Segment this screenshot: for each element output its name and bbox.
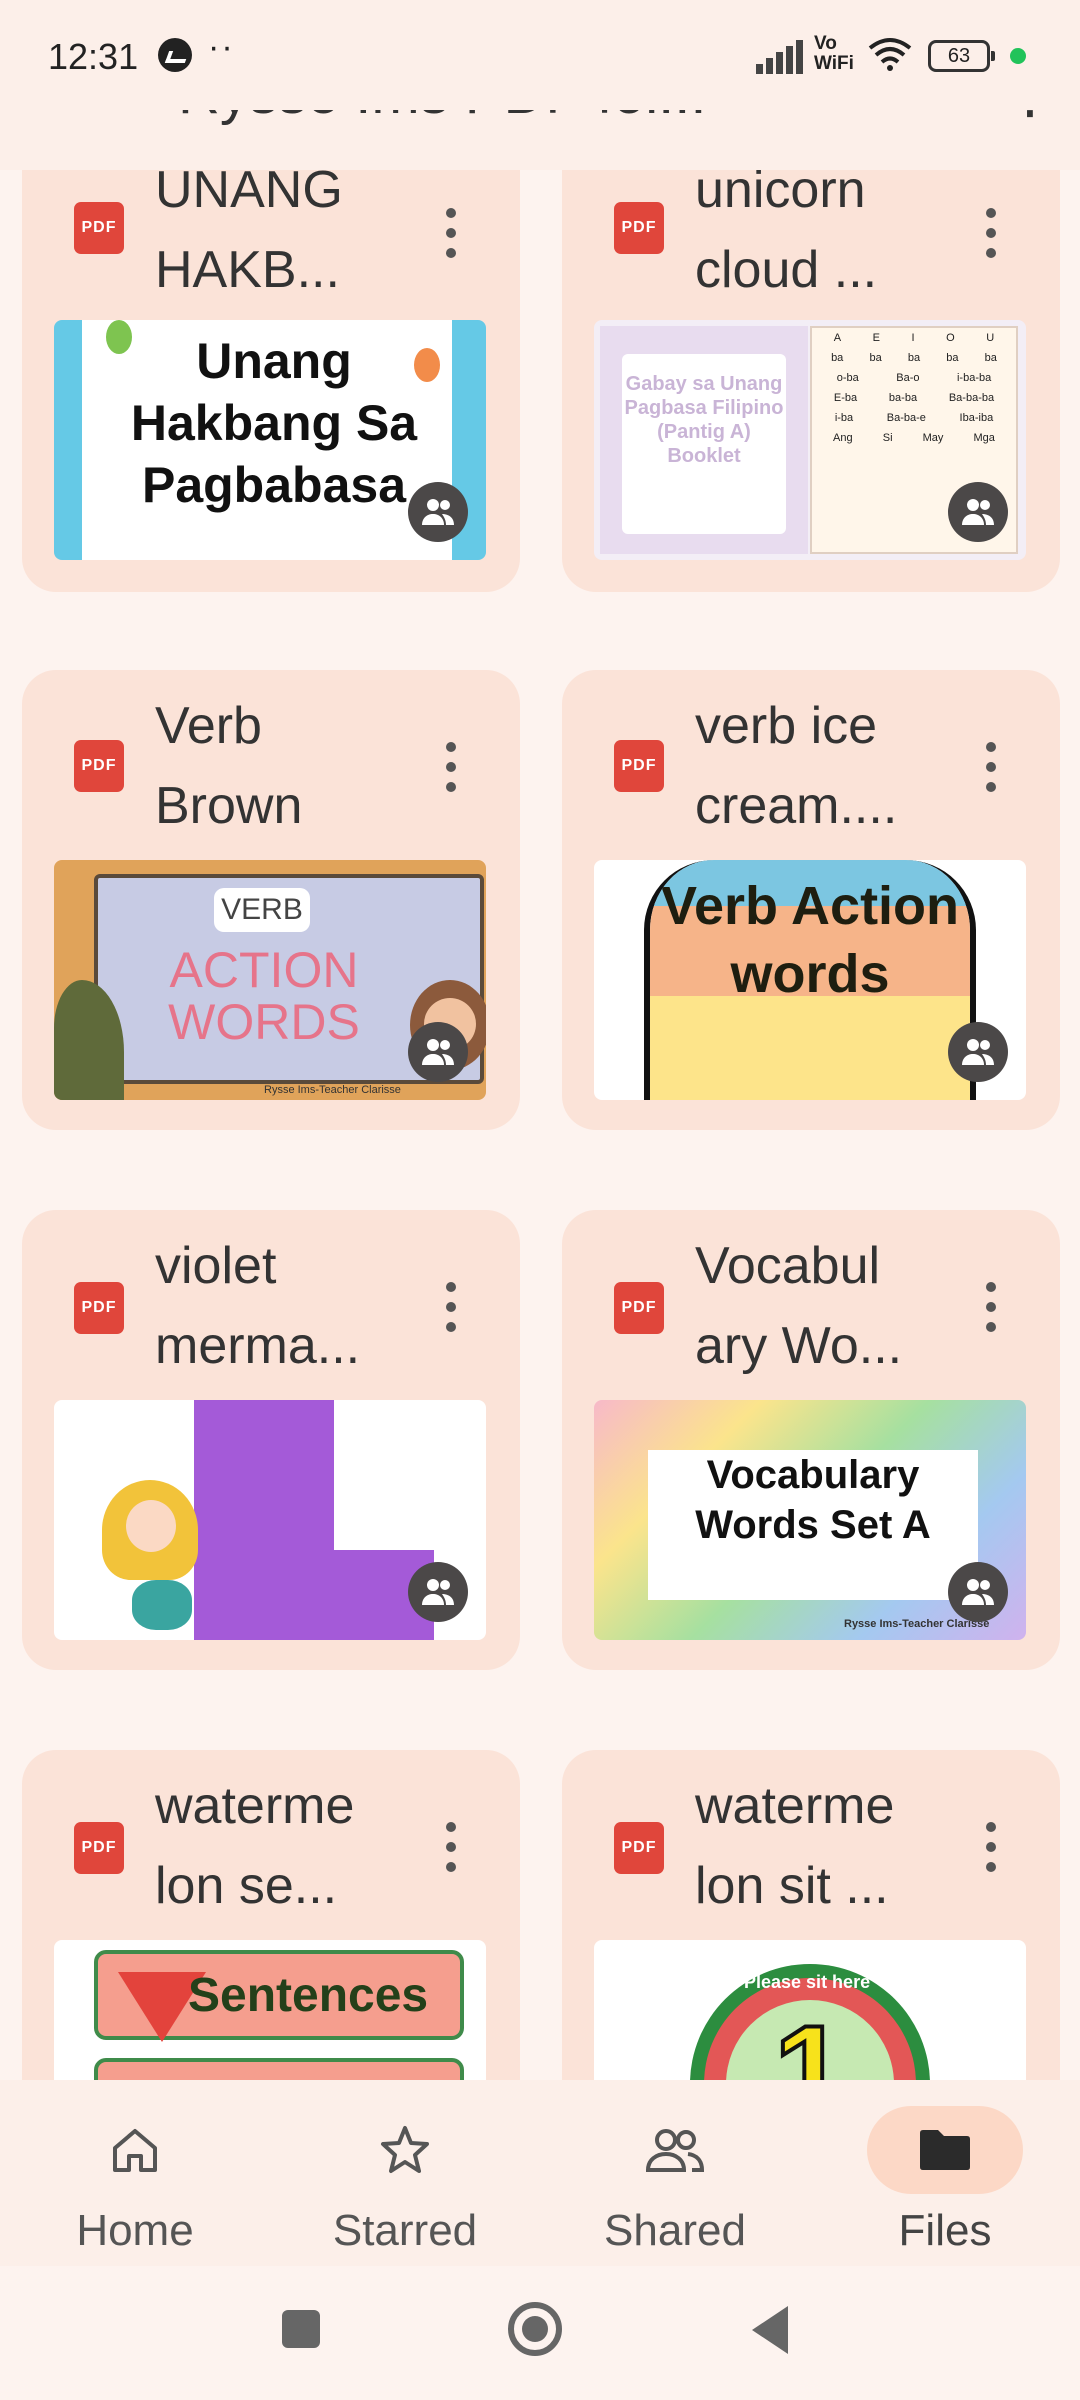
- pdf-icon: PDF: [74, 1822, 124, 1874]
- thumbnail-text: Please sit here: [744, 1972, 871, 1992]
- back-button[interactable]: [752, 2306, 788, 2354]
- system-navigation-bar: [0, 2266, 1080, 2400]
- thumbnail-text: Unang Hakbang Sa Pagbabasa: [130, 333, 418, 513]
- folder-icon: [867, 2106, 1023, 2194]
- more-options-icon[interactable]: [975, 1812, 1005, 1882]
- pdf-icon: PDF: [74, 202, 124, 254]
- file-card[interactable]: PDF waterme lon se... Sentences: [22, 1750, 520, 2080]
- file-name: UNANG HAKB...: [155, 161, 343, 299]
- pdf-icon: PDF: [614, 1822, 664, 1874]
- thumbnail-text: Vocabulary Words Set A: [648, 1450, 978, 1600]
- thumbnail-text: Gabay sa Unang Pagbasa Filipino (Pantig …: [622, 354, 786, 534]
- thumbnail-text: Sentences: [188, 1969, 429, 2022]
- nav-label: Shared: [604, 2206, 746, 2255]
- signal-icon: [756, 38, 806, 74]
- file-thumbnail: Vocabulary Words Set A Rysse Ims-Teacher…: [594, 1400, 1026, 1640]
- file-card[interactable]: PDF waterme lon sit ... Please sit here …: [562, 1750, 1060, 2080]
- more-options-icon[interactable]: [975, 1272, 1005, 1342]
- home-icon: [57, 2106, 213, 2194]
- notification-dots: ··: [208, 28, 235, 66]
- more-options-icon[interactable]: [435, 1272, 465, 1342]
- file-name: Verb Brown: [155, 697, 303, 835]
- file-name: unicorn cloud ...: [695, 161, 878, 299]
- file-name: Vocabul ary Wo...: [695, 1237, 903, 1375]
- file-thumbnail: VERB ACTION WORDS Rysse Ims-Teacher Clar…: [54, 860, 486, 1100]
- nav-files[interactable]: Files: [830, 2100, 1060, 2260]
- pdf-icon: PDF: [74, 740, 124, 792]
- file-thumbnail: Sentences: [54, 1940, 486, 2080]
- more-options-icon[interactable]: [435, 1812, 465, 1882]
- file-thumbnail: Please sit here 1: [594, 1940, 1026, 2080]
- status-time: 12:31: [48, 36, 139, 77]
- status-bar: 12:31 ·· Vo WiFi 63: [0, 0, 1080, 110]
- file-card[interactable]: PDF UNANG HAKB... Unang Hakbang Sa Pagba…: [22, 130, 520, 592]
- pdf-icon: PDF: [614, 202, 664, 254]
- file-thumbnail: Verb Action words: [594, 860, 1026, 1100]
- nav-label: Files: [898, 2206, 992, 2255]
- file-card[interactable]: PDF Vocabul ary Wo... Vocabulary Words S…: [562, 1210, 1060, 1670]
- nav-label: Home: [76, 2206, 194, 2255]
- messenger-icon: [158, 38, 192, 72]
- home-button[interactable]: [508, 2302, 562, 2356]
- more-options-icon[interactable]: [975, 198, 1005, 268]
- shared-badge-icon: [948, 482, 1008, 542]
- file-card[interactable]: PDF violet merma...: [22, 1210, 520, 1670]
- file-name: violet merma...: [155, 1237, 361, 1375]
- wifi-icon: [868, 36, 912, 72]
- shared-badge-icon: [408, 1022, 468, 1082]
- shared-badge-icon: [948, 1022, 1008, 1082]
- pdf-icon: PDF: [614, 1282, 664, 1334]
- battery-icon: 63: [928, 40, 995, 72]
- recents-button[interactable]: [282, 2310, 320, 2348]
- file-thumbnail: Unang Hakbang Sa Pagbabasa: [54, 320, 486, 560]
- more-options-icon[interactable]: [975, 732, 1005, 802]
- thumbnail-text: VERB: [214, 888, 310, 932]
- thumbnail-credit: Rysse Ims-Teacher Clarisse: [264, 1084, 401, 1096]
- pdf-icon: PDF: [74, 1282, 124, 1334]
- nav-label: Starred: [332, 2206, 478, 2255]
- file-name: waterme lon se...: [155, 1777, 355, 1915]
- file-card[interactable]: PDF unicorn cloud ... Gabay sa Unang Pag…: [562, 130, 1060, 592]
- more-options-icon[interactable]: [435, 732, 465, 802]
- people-icon: [597, 2106, 753, 2194]
- file-grid: PDF UNANG HAKB... Unang Hakbang Sa Pagba…: [0, 0, 1080, 2080]
- file-thumbnail: [54, 1400, 486, 1640]
- file-card[interactable]: PDF Verb Brown VERB ACTION WORDS Rysse I…: [22, 670, 520, 1130]
- shared-badge-icon: [408, 482, 468, 542]
- vowifi-label: Vo WiFi: [814, 33, 854, 74]
- thumbnail-number: 1: [772, 1996, 848, 2080]
- bottom-navigation: Home Starred Shared Files: [0, 2080, 1080, 2266]
- nav-shared[interactable]: Shared: [560, 2100, 790, 2260]
- camera-indicator-icon: [1010, 48, 1026, 64]
- file-thumbnail: Gabay sa Unang Pagbasa Filipino (Pantig …: [594, 320, 1026, 560]
- drive-files-screen: PDF UNANG HAKB... Unang Hakbang Sa Pagba…: [0, 0, 1080, 2400]
- pdf-icon: PDF: [614, 740, 664, 792]
- file-name: waterme lon sit ...: [695, 1777, 895, 1915]
- file-name: verb ice cream....: [695, 697, 898, 835]
- file-card[interactable]: PDF verb ice cream.... Verb Action words: [562, 670, 1060, 1130]
- star-icon: [327, 2106, 483, 2194]
- nav-home[interactable]: Home: [20, 2100, 250, 2260]
- shared-badge-icon: [948, 1562, 1008, 1622]
- thumbnail-text: ACTION WORDS: [168, 942, 360, 1050]
- more-options-icon[interactable]: [435, 198, 465, 268]
- thumbnail-text: Verb Action words: [660, 876, 960, 1004]
- shared-badge-icon: [408, 1562, 468, 1622]
- nav-starred[interactable]: Starred: [290, 2100, 520, 2260]
- top-bar: ‹ Rysse Ims PDF fol... ⌕ ⋮ 12:31 ·· Vo W…: [0, 0, 1080, 170]
